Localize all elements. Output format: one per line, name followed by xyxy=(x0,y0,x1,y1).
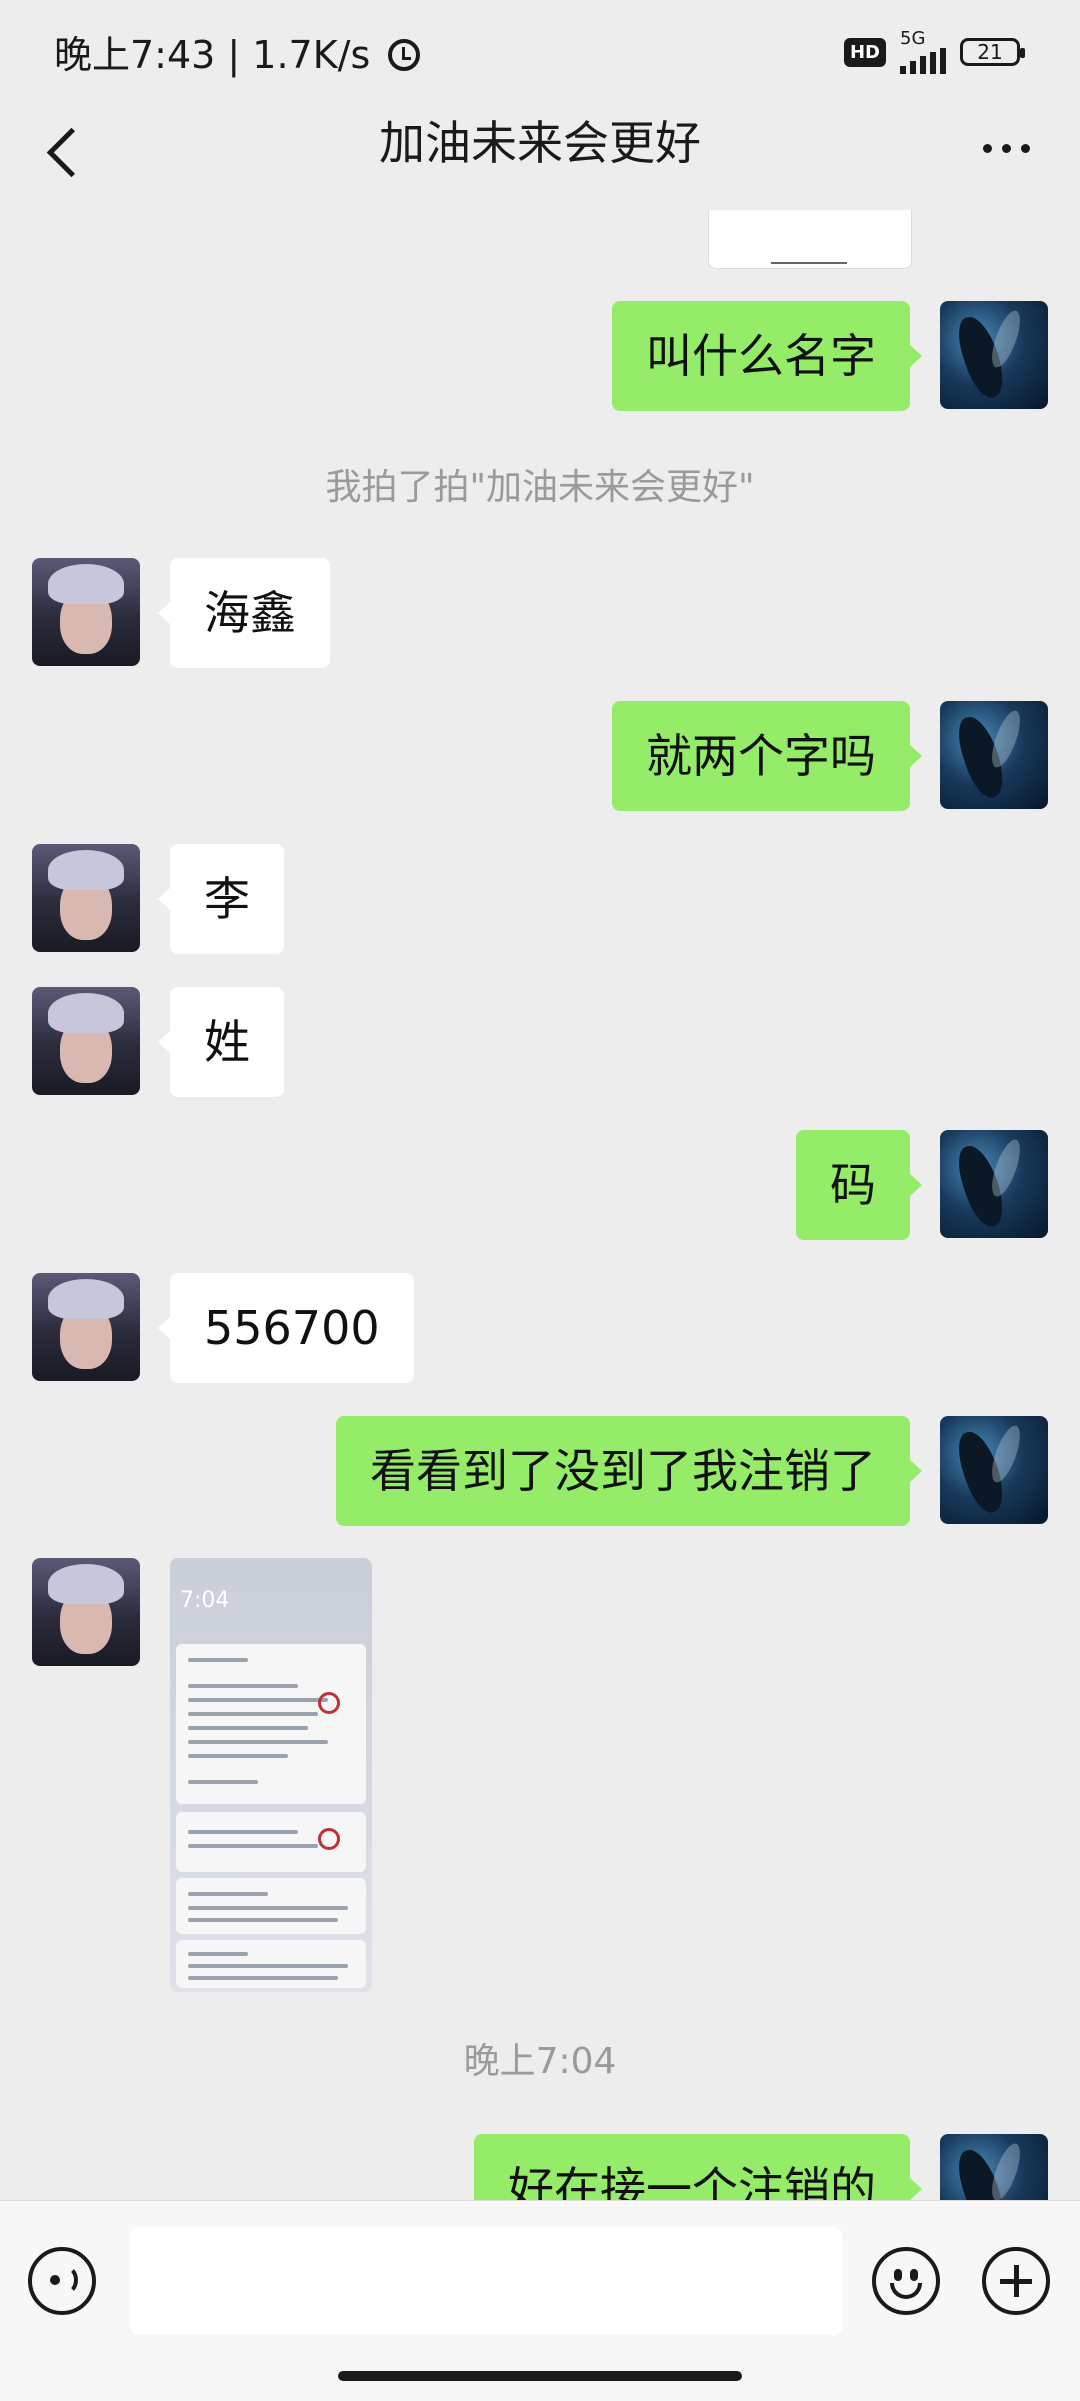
more-options-icon[interactable] xyxy=(976,135,1036,161)
notification-card xyxy=(176,1644,366,1804)
contact-avatar[interactable] xyxy=(32,987,140,1095)
contact-avatar[interactable] xyxy=(32,844,140,952)
hd-badge: HD xyxy=(843,37,886,67)
message-bubble-sent[interactable]: 码 xyxy=(796,1130,922,1240)
status-left: 晚上7:43 | 1.7K/s xyxy=(54,24,421,79)
my-avatar[interactable] xyxy=(940,1416,1048,1524)
notification-card xyxy=(176,1812,366,1872)
image-time-text: 7:04 xyxy=(180,1588,230,1613)
chat-title: 加油未来会更好 xyxy=(379,116,701,170)
network-type: 5G xyxy=(900,28,926,49)
my-avatar[interactable] xyxy=(940,1130,1048,1238)
my-avatar[interactable] xyxy=(940,701,1048,809)
chat-header: 加油未来会更好 xyxy=(0,95,1080,210)
chat-timestamp: 晚上7:04 xyxy=(463,2041,617,2082)
chat-messages[interactable]: 叫什么名字 我拍了拍"加油未来会更好" 海鑫 就两个字吗 李 姓 码 55670… xyxy=(0,210,1080,2200)
message-bubble-received[interactable]: 海鑫 xyxy=(158,558,330,668)
notification-card xyxy=(176,1878,366,1934)
status-right: HD 5G 21 xyxy=(843,30,1025,74)
message-bubble-sent[interactable]: 就两个字吗 xyxy=(612,701,922,811)
signal-icon: 5G xyxy=(900,30,946,74)
message-input[interactable] xyxy=(130,2227,842,2335)
emoji-icon[interactable] xyxy=(872,2247,940,2315)
my-avatar[interactable] xyxy=(940,301,1048,409)
home-indicator[interactable] xyxy=(338,2371,742,2381)
contact-avatar[interactable] xyxy=(32,558,140,666)
previous-card-message[interactable] xyxy=(708,210,912,269)
battery-level: 21 xyxy=(977,40,1003,64)
battery-icon: 21 xyxy=(960,38,1025,66)
voice-input-icon[interactable] xyxy=(28,2247,96,2315)
system-message: 我拍了拍"加油未来会更好" xyxy=(325,467,755,508)
contact-avatar[interactable] xyxy=(32,1558,140,1666)
status-time-speed: 晚上7:43 | 1.7K/s xyxy=(54,33,371,77)
add-more-icon[interactable] xyxy=(982,2247,1050,2315)
message-bubble-sent[interactable]: 叫什么名字 xyxy=(612,301,922,411)
message-bubble-received[interactable]: 556700 xyxy=(158,1273,414,1383)
status-bar: 晚上7:43 | 1.7K/s HD 5G 21 xyxy=(0,0,1080,95)
message-bubble-received[interactable]: 姓 xyxy=(158,987,284,1097)
message-bubble-sent[interactable]: 看看到了没到了我注销了 xyxy=(336,1416,922,1526)
my-avatar[interactable] xyxy=(940,2134,1048,2200)
message-bubble-received[interactable]: 李 xyxy=(158,844,284,954)
notification-card xyxy=(176,1940,366,1988)
message-bubble-sent[interactable]: 好在接一个注销的 xyxy=(474,2134,922,2200)
image-message-screenshot[interactable]: 7:04 xyxy=(170,1558,372,1992)
contact-avatar[interactable] xyxy=(32,1273,140,1381)
alarm-icon xyxy=(388,38,421,71)
input-toolbar xyxy=(0,2200,1080,2401)
